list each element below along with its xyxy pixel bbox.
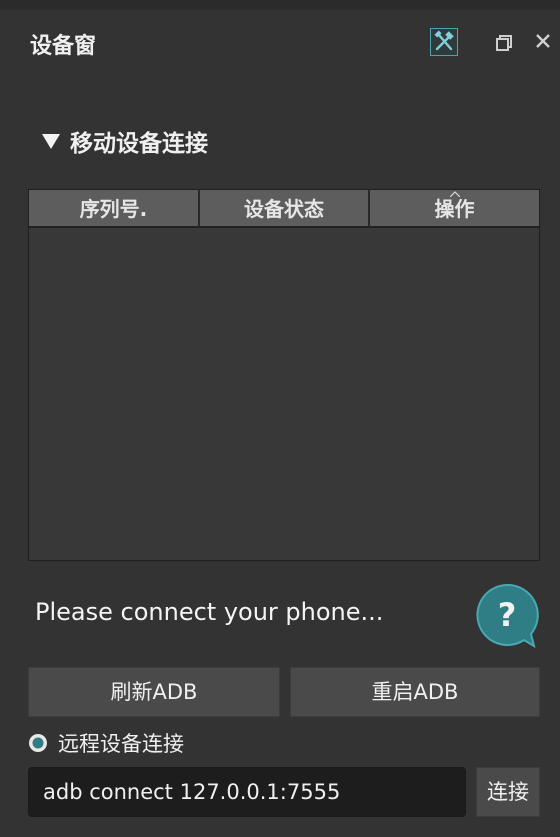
window-title: 设备窗 [30, 34, 97, 59]
table-body [29, 228, 539, 560]
tools-icon [434, 30, 454, 51]
column-header-actions-label: 操作 [434, 197, 475, 221]
adb-command-input[interactable] [28, 767, 466, 817]
restore-button[interactable] [495, 34, 513, 52]
device-window: 设备窗 移动设备连接 序列号. 设备状态 操作 Please connect y… [0, 0, 560, 837]
table-header: 序列号. 设备状态 操作 [29, 190, 539, 228]
remote-connect-option[interactable]: 远程设备连接 [28, 728, 184, 758]
device-table: 序列号. 设备状态 操作 [28, 189, 540, 561]
top-border [0, 0, 560, 10]
section-mobile-devices-toggle[interactable]: 移动设备连接 [40, 124, 208, 158]
remote-connect-label: 远程设备连接 [58, 732, 184, 756]
connect-button[interactable]: 连接 [476, 767, 540, 817]
column-header-status[interactable]: 设备状态 [200, 190, 370, 226]
refresh-adb-button[interactable]: 刷新ADB [28, 667, 280, 717]
radio-selected-icon[interactable] [28, 733, 48, 753]
close-icon [536, 34, 550, 48]
triangle-down-icon [42, 134, 60, 149]
help-icon: ? [476, 583, 539, 649]
restore-icon [496, 35, 512, 51]
help-button[interactable]: ? [474, 582, 540, 649]
tools-button[interactable] [430, 28, 458, 56]
section-label: 移动设备连接 [70, 131, 208, 157]
status-message: Please connect your phone... [35, 598, 384, 626]
sort-indicator-icon [449, 191, 460, 197]
help-glyph: ? [498, 596, 517, 634]
close-button[interactable] [534, 32, 552, 50]
restart-adb-button[interactable]: 重启ADB [290, 667, 540, 717]
column-header-actions[interactable]: 操作 [370, 190, 539, 226]
column-header-serial[interactable]: 序列号. [29, 190, 200, 226]
